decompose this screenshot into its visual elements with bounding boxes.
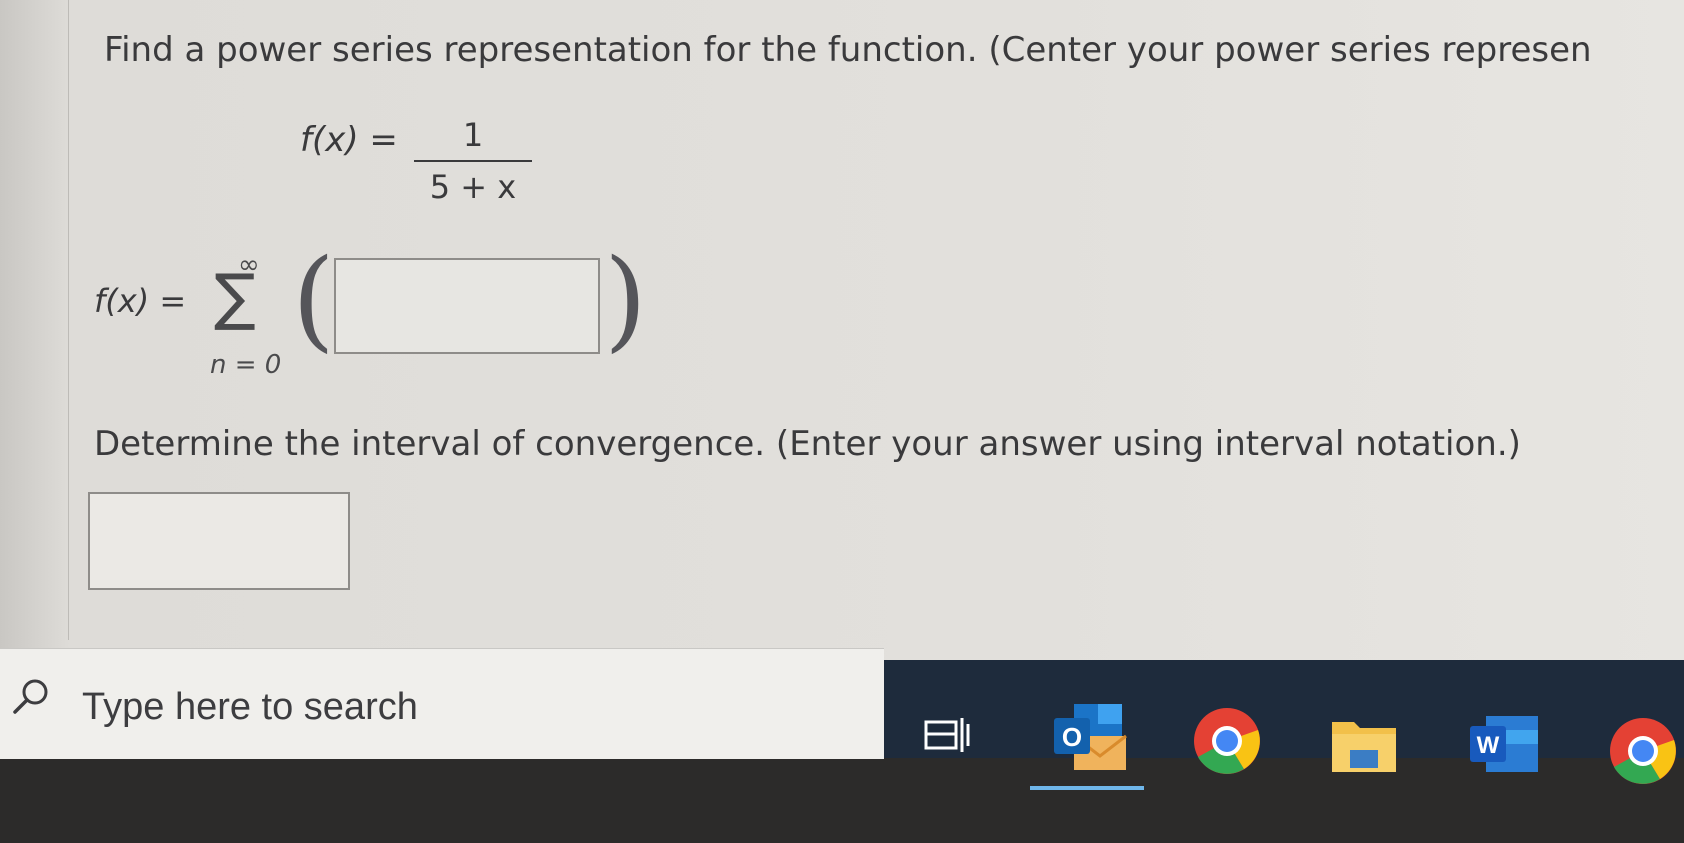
search-icon[interactable] (10, 676, 52, 718)
outlook-icon[interactable]: O (1052, 700, 1128, 776)
sum-lower-limit: n = 0 (210, 350, 282, 380)
fraction-denominator: 5 + x (429, 168, 517, 206)
right-parenthesis: ) (604, 235, 647, 363)
desk-edge (0, 758, 1684, 843)
interval-prompt: Determine the interval of convergence. (… (94, 424, 1521, 464)
chrome-icon[interactable] (1608, 716, 1678, 786)
file-explorer-icon[interactable] (1330, 716, 1398, 774)
word-letter: W (1477, 732, 1500, 759)
task-view-icon[interactable] (924, 714, 970, 756)
series-term-input[interactable] (334, 258, 600, 354)
fraction-numerator: 1 (462, 116, 484, 154)
interval-input[interactable] (88, 492, 350, 590)
function-fraction: 1 5 + x (414, 116, 532, 206)
active-app-indicator (1030, 786, 1144, 790)
outlook-letter: O (1062, 722, 1082, 752)
fraction-bar (414, 160, 532, 162)
sigma-symbol: ∑ (214, 260, 256, 333)
chrome-icon[interactable] (1192, 706, 1262, 776)
function-lhs: f(x) = (300, 120, 398, 160)
word-icon[interactable]: W (1468, 712, 1540, 776)
search-placeholder[interactable]: Type here to search (82, 686, 418, 729)
left-parenthesis: ( (292, 235, 335, 363)
question-prompt: Find a power series representation for t… (104, 30, 1592, 70)
series-lhs: f(x) = (94, 282, 187, 320)
